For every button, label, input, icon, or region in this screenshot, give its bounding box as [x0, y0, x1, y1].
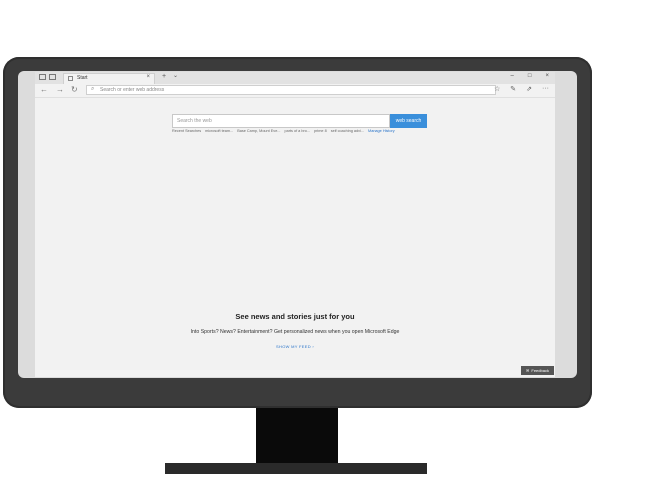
feedback-icon: ✉	[526, 368, 530, 373]
recent-item[interactable]: self coaching advi...	[331, 129, 364, 133]
recent-item[interactable]: prime 8	[314, 129, 327, 133]
show-my-feed-link[interactable]: SHOW MY FEED ›	[35, 344, 555, 349]
feedback-button[interactable]: ✉ Feedback	[521, 366, 554, 375]
recent-label: Recent Searches	[172, 129, 202, 133]
back-icon[interactable]: ←	[40, 85, 48, 94]
toolbar-right: ☆ ✎ ⇗ ···	[494, 85, 549, 93]
forward-icon[interactable]: →	[56, 85, 64, 94]
share-icon[interactable]: ⇗	[526, 85, 532, 93]
tab-menu-chevron-icon[interactable]: ⌄	[173, 72, 178, 79]
news-description: Into Sports? News? Entertainment? Get pe…	[190, 329, 400, 335]
recent-item[interactable]: Base Camp, Mount Eve...	[237, 129, 280, 133]
monitor-stand-base	[165, 463, 427, 474]
tab-preview-icon[interactable]	[49, 74, 56, 80]
tab-actions	[39, 74, 56, 80]
minimize-icon[interactable]: –	[511, 73, 514, 79]
tab-bar: Start × + ⌄ – □ ×	[35, 72, 555, 84]
search-icon: ⌕	[91, 86, 95, 92]
refresh-icon[interactable]: ↻	[71, 85, 78, 94]
browser-window: Start × + ⌄ – □ × ← → ↻ ⌕ Search or ente…	[35, 72, 555, 377]
address-toolbar: ← → ↻ ⌕ Search or enter web address ☆ ✎ …	[35, 84, 555, 98]
new-tab-icon[interactable]: +	[162, 73, 166, 80]
recent-item[interactable]: parts of a bro...	[284, 129, 310, 133]
star-icon[interactable]: ☆	[494, 85, 500, 93]
monitor-stand-neck	[256, 408, 338, 466]
close-window-icon[interactable]: ×	[545, 73, 549, 79]
recent-searches: Recent Searches microsoft team... Base C…	[172, 129, 432, 133]
tab-start[interactable]: Start ×	[63, 73, 155, 84]
manage-history-link[interactable]: Manage History	[368, 129, 395, 133]
address-bar[interactable]: ⌕ Search or enter web address	[86, 85, 496, 95]
tab-title: Start	[77, 75, 88, 81]
close-tab-icon[interactable]: ×	[146, 74, 150, 80]
page-icon	[68, 76, 73, 81]
window-controls: – □ ×	[511, 73, 549, 79]
web-search-box: Search the web web search	[172, 114, 427, 128]
pen-icon[interactable]: ✎	[510, 85, 516, 93]
feedback-label: Feedback	[531, 368, 549, 373]
recent-item[interactable]: microsoft team...	[205, 129, 233, 133]
search-placeholder: Search the web	[177, 118, 212, 124]
address-placeholder: Search or enter web address	[100, 87, 165, 93]
search-input[interactable]: Search the web	[172, 114, 390, 128]
news-heading: See news and stories just for you	[235, 312, 355, 321]
more-icon[interactable]: ···	[542, 85, 549, 93]
maximize-icon[interactable]: □	[528, 73, 532, 79]
tabs-aside-icon[interactable]	[39, 74, 46, 80]
web-search-button[interactable]: web search	[390, 114, 427, 128]
